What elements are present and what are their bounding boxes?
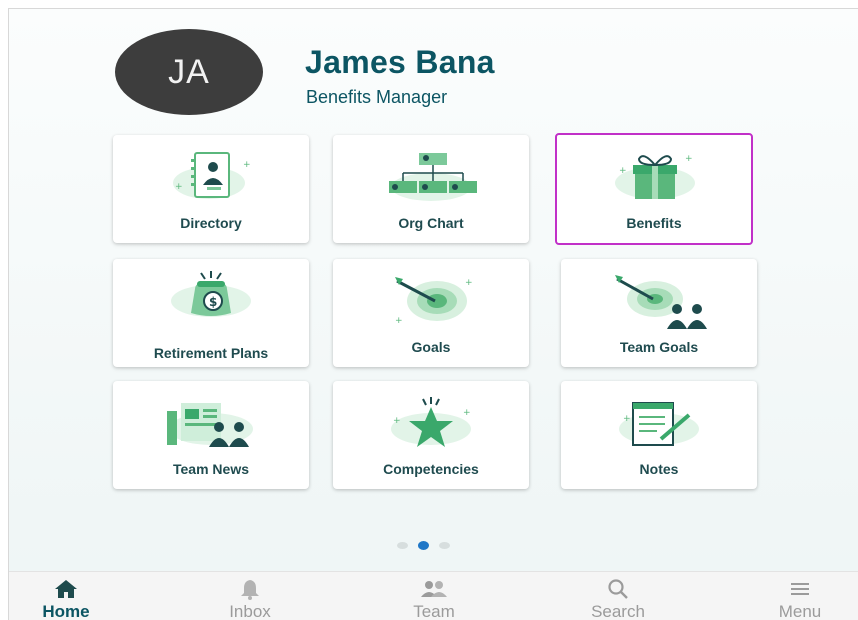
nav-label: Menu — [778, 602, 822, 620]
tile-team-goals[interactable]: Team Goals — [561, 259, 757, 367]
team-icon — [421, 581, 447, 597]
svg-text:+: + — [393, 416, 401, 426]
tile-label: Directory — [180, 215, 242, 231]
svg-text:+: + — [395, 316, 403, 326]
target-icon: + + — [395, 277, 473, 326]
bell-icon — [241, 580, 259, 600]
nav-inbox[interactable]: Inbox — [195, 578, 305, 620]
svg-text:+: + — [685, 154, 693, 164]
profile-role: Benefits Manager — [306, 87, 448, 107]
tile-notes[interactable]: + Notes — [561, 381, 757, 489]
gift-icon: + + — [615, 154, 695, 199]
nav-label: Inbox — [229, 602, 271, 620]
org-chart-icon — [389, 153, 477, 201]
nav-team[interactable]: Team — [379, 578, 489, 620]
tile-label: Team Goals — [619, 339, 699, 355]
nav-menu[interactable]: Menu — [745, 578, 855, 620]
profile-name: James Bana — [305, 44, 495, 80]
nav-label: Search — [591, 602, 645, 620]
news-icon — [167, 403, 253, 447]
tile-benefits[interactable]: + + Benefits — [555, 133, 753, 245]
team-target-icon — [615, 275, 707, 329]
money-bag-icon: $ — [171, 271, 251, 317]
tile-label: Team News — [173, 461, 249, 477]
tile-label: Benefits — [626, 215, 682, 231]
page-dot-active[interactable] — [418, 541, 429, 550]
tile-label: Notes — [639, 461, 679, 477]
svg-text:+: + — [175, 182, 183, 192]
directory-icon: + + — [173, 152, 251, 199]
svg-text:+: + — [623, 414, 631, 424]
tile-team-news[interactable]: Team News — [113, 381, 309, 489]
nav-search[interactable]: Search — [563, 578, 673, 620]
app-screen: JA James Bana Benefits Manager + + Direc… — [8, 8, 858, 620]
tile-directory[interactable]: + + Directory — [113, 135, 309, 243]
menu-icon — [791, 583, 809, 595]
notepad-icon: + — [619, 402, 699, 446]
svg-text:+: + — [619, 166, 627, 176]
tile-label: Competencies — [383, 461, 479, 477]
page-dot[interactable] — [439, 542, 450, 549]
page-dot[interactable] — [397, 542, 408, 549]
page-indicator — [397, 541, 450, 550]
tile-retirement-plans[interactable]: $ Retirement Plans — [113, 259, 309, 367]
nav-label: Home — [42, 602, 90, 620]
star-icon: + + — [391, 397, 471, 447]
tile-competencies[interactable]: + + Competencies — [333, 381, 529, 489]
tile-label: Goals — [411, 339, 451, 355]
search-icon — [608, 579, 628, 599]
tile-goals[interactable]: + + Goals — [333, 259, 529, 367]
bottom-nav: Home Inbox Team Search Menu — [9, 571, 858, 620]
svg-text:$: $ — [209, 295, 217, 309]
tile-org-chart[interactable]: Org Chart — [333, 135, 529, 243]
home-icon — [55, 580, 77, 598]
nav-home[interactable]: Home — [11, 578, 121, 620]
svg-text:+: + — [465, 278, 473, 288]
tile-label: Org Chart — [398, 215, 464, 231]
nav-label: Team — [413, 602, 455, 620]
svg-text:+: + — [243, 160, 251, 170]
avatar[interactable]: JA — [115, 29, 263, 115]
tile-label: Retirement Plans — [153, 345, 269, 361]
svg-text:+: + — [463, 408, 471, 418]
profile-header: JA James Bana Benefits Manager — [115, 29, 715, 129]
